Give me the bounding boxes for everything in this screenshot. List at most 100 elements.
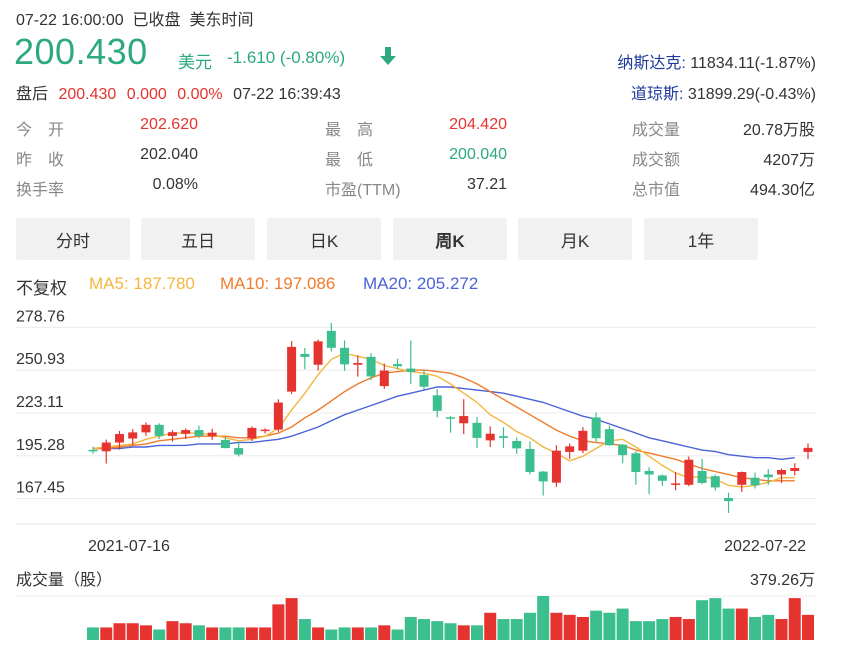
tab-3[interactable]: 周K [393,218,507,260]
volume-bar [775,619,788,640]
candle-body [154,424,164,436]
volume-bar [484,612,497,640]
index-nasdaq[interactable]: 纳斯达克: 11834.11(-1.87%) [617,49,816,73]
stat-value: 0.08% [152,176,198,193]
tab-2[interactable]: 日K [267,218,381,260]
volume-label: 成交量（股） [16,571,112,589]
candle-body [300,353,310,357]
after-hours-price: 200.430 [58,86,117,103]
candle-body [565,446,575,452]
candle-body [181,430,191,434]
candle-body [379,370,389,387]
price-change: -1.610 (-0.80%) [227,48,346,67]
volume-bar [656,619,669,640]
candle-body [551,450,561,483]
candle-body [406,368,416,372]
candle-body [790,468,800,471]
after-hours: 盘后 200.430 0.000 0.00% 07-22 16:39:43 [16,80,341,104]
volume-bar [749,616,762,640]
volume-bar [590,610,603,640]
volume-bar [669,616,682,640]
candle-body [101,442,111,452]
last-price: 200.430 [14,31,148,72]
volume-bar [179,623,192,640]
volume-bar [365,627,378,640]
candle-body [631,453,641,473]
volume-bar [643,621,656,640]
candle-body [273,402,283,430]
after-hours-time: 07-22 16:39:43 [233,86,341,103]
volume-bar [762,614,775,640]
y-tick-label: 223.11 [16,394,64,411]
volume-bar [232,627,245,640]
candle-body [763,474,773,478]
volume-bar [325,629,338,640]
volume-bar [126,623,139,640]
volume-bar [272,604,285,640]
volume-bar [259,627,272,640]
volume-bar [285,598,298,640]
volume-bar [219,627,232,640]
index-dow[interactable]: 道琼斯: 31899.29(-0.43%) [631,80,816,104]
candle-body [313,341,323,365]
candle-body [326,330,336,348]
volume-bar [523,612,536,640]
candle-body [538,471,548,482]
timezone-label: 美东时间 [189,12,254,29]
candle-body [366,356,376,377]
volume-bar [312,627,325,640]
ma10-line [93,369,795,482]
ma5-line [92,352,795,488]
candle-body [207,432,217,436]
volume-bar [166,621,179,640]
y-tick-label: 195.28 [16,437,65,454]
volume-bar [113,623,126,640]
index-name: 纳斯达克: [617,55,686,72]
tab-1[interactable]: 五日 [141,218,255,260]
candle-body [432,395,442,411]
tab-0[interactable]: 分时 [16,218,130,260]
volume-bar [192,625,205,640]
volume-bar [682,619,695,640]
volume-bar [139,625,152,640]
volume-bar [696,600,709,640]
candle-body [618,444,628,456]
stat-label: 成交额 [632,152,681,169]
candle-body [247,427,257,439]
volume-bar [87,627,99,640]
candle-body [737,472,747,485]
arrow-down-icon [378,45,398,72]
ma20-line [93,386,795,461]
candle-body [88,449,98,452]
volume-bar [735,608,748,640]
adjust-label[interactable]: 不复权 [16,274,67,299]
candle-body [234,448,244,455]
ma10-legend: MA10: 197.086 [220,274,336,293]
volume-bar [722,608,735,640]
volume-bar [457,625,470,640]
stat-value: 20.78万股 [742,122,815,139]
candle-body [459,416,469,424]
candle-body [194,430,204,436]
candle-body [644,470,654,475]
candle-body [340,347,350,365]
y-tick-label: 250.93 [16,351,65,368]
header-datetime: 07-22 16:00:00 已收盘 美东时间 [16,6,253,30]
volume-bar [378,625,391,640]
volume-bar [563,614,576,640]
tab-4[interactable]: 月K [518,218,632,260]
candle-body [446,417,455,419]
stat-label: 最 高 [325,122,374,139]
stat-label: 今 开 [16,122,65,139]
candle-body [710,476,720,488]
candle-body [220,439,230,449]
volume-bar [603,612,616,640]
volume-bar [431,621,444,640]
stat-label: 最 低 [325,152,374,169]
tab-5[interactable]: 1年 [644,218,758,260]
candle-body [591,417,601,439]
after-hours-label: 盘后 [16,86,49,103]
stat-label: 成交量 [632,122,681,139]
y-tick-label: 278.76 [16,308,65,325]
candle-body [512,440,522,449]
